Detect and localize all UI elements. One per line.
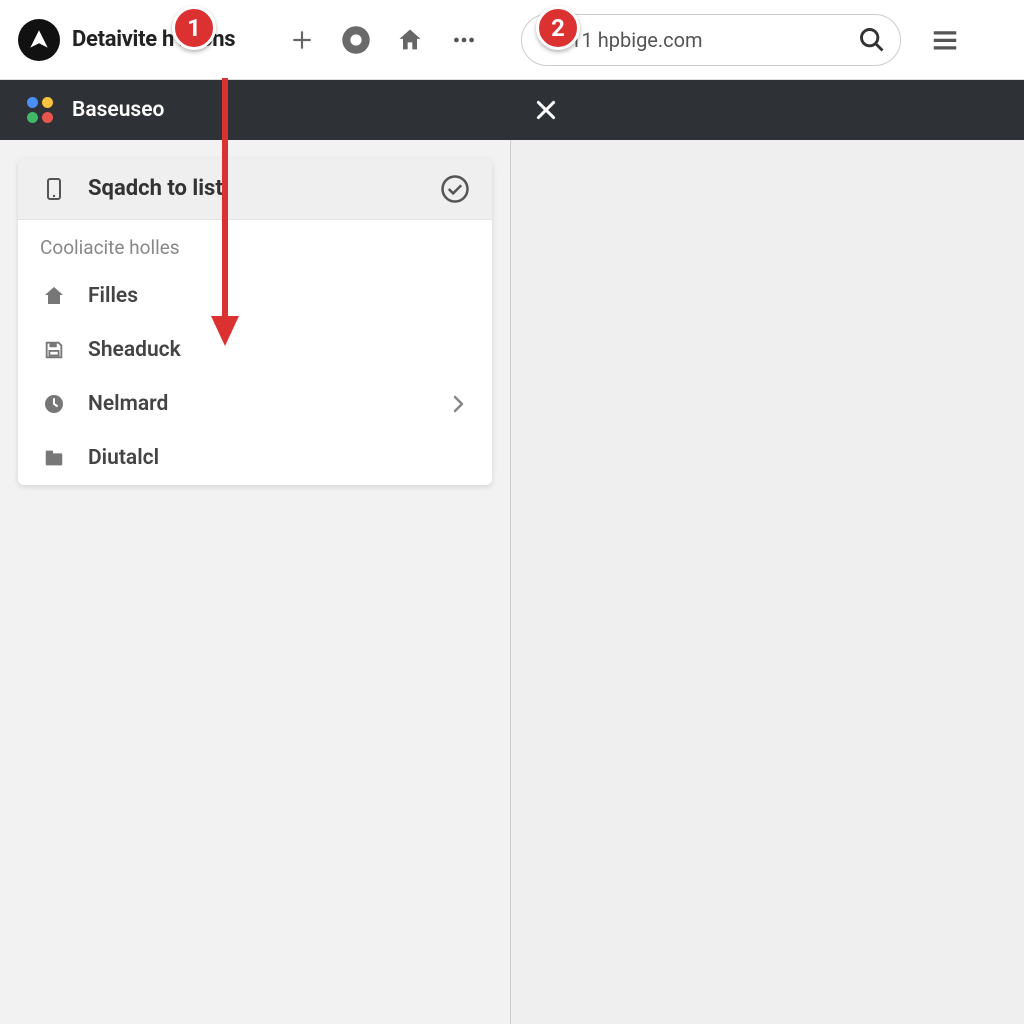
right-panel [510, 140, 1024, 1024]
step-badge-1: 1 [172, 6, 216, 50]
address-text: 11 hpbige.com [570, 28, 852, 52]
brand-logo-icon [26, 96, 54, 124]
menu-card: Sqadch to list Cooliacite holles Filles … [18, 158, 492, 485]
more-icon [451, 27, 477, 53]
menu-button[interactable] [923, 18, 967, 62]
check-circle-icon [440, 174, 470, 204]
triangle-icon [26, 27, 52, 53]
app-logo [18, 19, 60, 61]
brand-name: Baseuseo [72, 98, 164, 122]
menu-item-filles[interactable]: Filles [18, 269, 492, 323]
step-badge-2: 2 [536, 6, 580, 50]
menu-item-nelmard[interactable]: Nelmard [18, 377, 492, 431]
menu-item-label: Diutalcl [88, 446, 470, 470]
close-icon [533, 97, 559, 123]
main-area: Sqadch to list Cooliacite holles Filles … [0, 140, 1024, 1024]
app-window: Detaivite h rtions 11 hpbige.com [0, 0, 1024, 1024]
top-toolbar: Detaivite h rtions 11 hpbige.com [0, 0, 1024, 80]
new-tab-button[interactable] [283, 21, 321, 59]
record-icon [341, 25, 371, 55]
plus-icon [289, 27, 315, 53]
phone-icon [42, 177, 66, 201]
home-icon [396, 26, 424, 54]
dark-strip: Baseuseo [0, 80, 1024, 140]
save-icon [43, 339, 65, 361]
more-button[interactable] [445, 21, 483, 59]
hamburger-icon [930, 25, 960, 55]
left-panel: Sqadch to list Cooliacite holles Filles … [0, 140, 510, 1024]
section-label: Cooliacite holles [18, 220, 492, 269]
clock-icon [42, 392, 66, 416]
address-wrap: 11 hpbige.com [521, 14, 1006, 66]
card-header-title: Sqadch to list [88, 176, 440, 201]
menu-item-diutalcl[interactable]: Diutalcl [18, 431, 492, 485]
home-icon [42, 284, 66, 308]
close-panel-button[interactable] [530, 94, 562, 126]
folder-icon [43, 447, 65, 469]
card-header[interactable]: Sqadch to list [18, 158, 492, 220]
menu-item-label: Filles [88, 284, 470, 308]
dark-strip-left: Baseuseo [0, 96, 510, 124]
chevron-right-icon [446, 392, 470, 416]
menu-item-label: Sheaduck [88, 338, 470, 362]
record-button[interactable] [337, 21, 375, 59]
menu-item-label: Nelmard [88, 392, 446, 416]
menu-item-sheaduck[interactable]: Sheaduck [18, 323, 492, 377]
home-button[interactable] [391, 21, 429, 59]
search-go-icon[interactable] [858, 26, 886, 54]
dark-strip-right [510, 94, 1024, 126]
